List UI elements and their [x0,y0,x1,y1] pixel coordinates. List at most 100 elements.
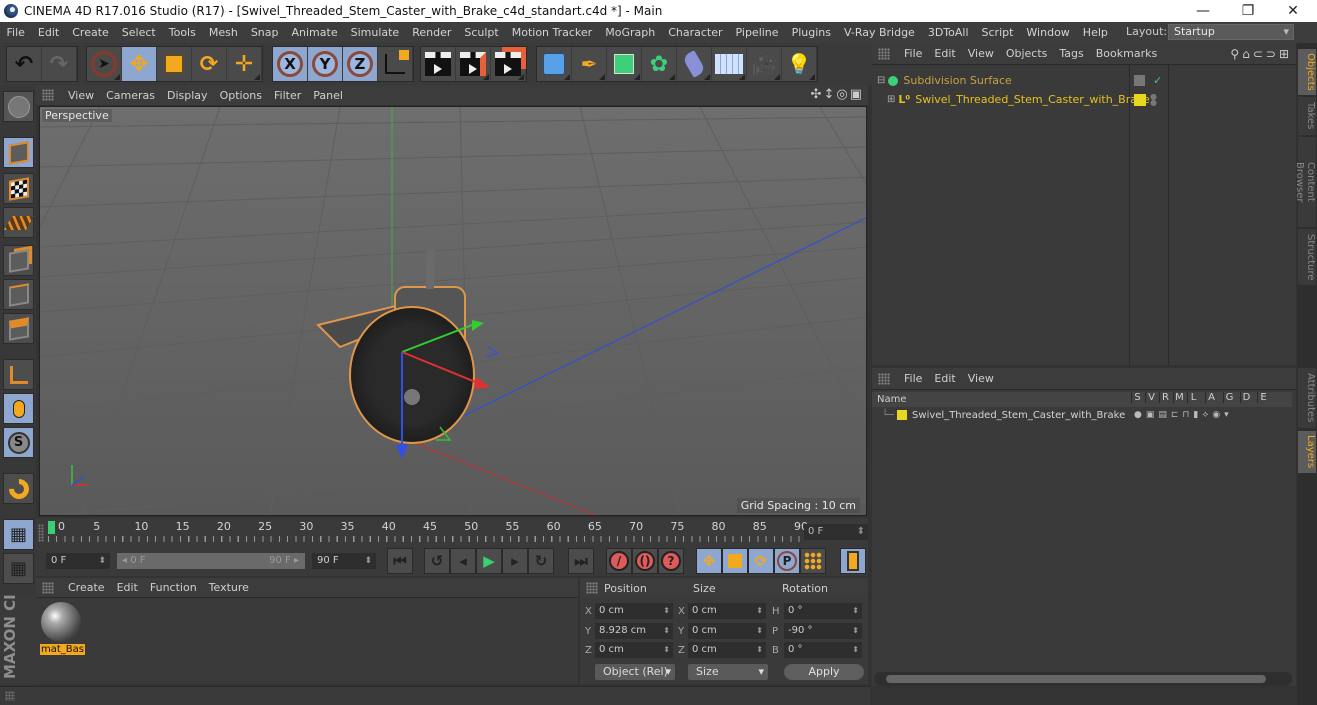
panel-grip-icon[interactable] [878,47,890,60]
menu-file[interactable]: File [0,26,31,39]
menu-help[interactable]: Help [1076,26,1114,39]
panel-grip-icon[interactable] [878,372,890,385]
object-row-subdivision[interactable]: ⊟ Subdivision Surface ✓ [872,71,1292,90]
key-scale-button[interactable] [722,548,748,574]
column-generators[interactable]: G [1223,392,1235,403]
menu-script[interactable]: Script [975,26,1020,39]
pan-icon[interactable]: ✣ [811,87,824,102]
orbit-icon[interactable]: ◎ [836,87,849,102]
position-z-field[interactable]: 0 cm ⬍ [595,642,673,658]
key-rotation-button[interactable]: ⟳ [748,548,774,574]
timeline-window-button[interactable] [840,548,866,574]
render-picture-viewer-button[interactable] [456,47,491,81]
layer-color-swatch[interactable] [1134,93,1146,106]
layers-menu-edit[interactable]: Edit [928,372,961,385]
minimize-button[interactable]: — [1180,0,1226,22]
rotate-tool-button[interactable]: ⟳ [192,47,227,81]
restore-button[interactable]: ❐ [1225,0,1271,22]
home-icon[interactable]: ⌂ [1242,47,1253,61]
menu-tools[interactable]: Tools [162,26,202,39]
material-menu-create[interactable]: Create [62,581,111,594]
layers-menu-view[interactable]: View [962,372,1000,385]
start-frame-field[interactable]: 0 F ⬍ [46,553,110,569]
viewport-menu-options[interactable]: Options [214,89,268,102]
render-settings-button[interactable] [491,47,526,81]
workplane-mode-button[interactable] [3,207,34,238]
maximize-view-icon[interactable]: ▣ [850,87,864,102]
position-x-field[interactable]: 0 cm ⬍ [595,603,673,619]
live-selection-button[interactable]: ➤ [87,47,122,81]
objects-menu-edit[interactable]: Edit [928,47,961,60]
size-mode-dropdown[interactable]: Size ▾ [688,664,768,680]
y-axis-lock-button[interactable]: Y [308,47,343,81]
coordinate-mode-dropdown[interactable]: Object (Rel) ▾ [595,664,675,680]
polygons-mode-button[interactable] [3,313,34,344]
tab-content-browser[interactable]: Content Browser [1294,137,1316,227]
horizontal-scrollbar[interactable] [874,672,1292,686]
end-frame-field[interactable]: 90 F ⬍ [312,553,376,569]
expand-icon[interactable]: ⊞ [887,94,895,105]
edges-mode-button[interactable] [3,279,34,310]
menu-3dtoall[interactable]: 3DToAll [921,26,975,39]
floor-button[interactable] [712,47,747,81]
scrollbar-thumb[interactable] [886,675,1266,683]
next-key-button[interactable]: ↻ [528,548,554,574]
objects-menu-objects[interactable]: Objects [1000,47,1054,60]
locked-workplane-button[interactable]: ▦ [3,519,34,550]
cube-button[interactable] [537,47,572,81]
viewport-menu-panel[interactable]: Panel [307,89,349,102]
viewport-menu-display[interactable]: Display [161,89,214,102]
previous-key-button[interactable]: ↺ [424,548,450,574]
rotation-b-field[interactable]: 0 ° ⬍ [784,642,862,658]
panel-grip-icon[interactable] [42,89,54,101]
playhead-marker[interactable] [48,521,55,534]
viewport-menu-filter[interactable]: Filter [268,89,307,102]
column-render[interactable]: R [1159,392,1171,403]
pen-spline-button[interactable]: ✒ [572,47,607,81]
undo-button[interactable]: ↶ [7,47,42,81]
menu-pipeline[interactable]: Pipeline [729,26,785,39]
material-preview-sphere[interactable] [41,602,81,642]
close-button[interactable]: ✕ [1270,0,1316,22]
size-y-field[interactable]: 0 cm ⬍ [688,623,766,639]
redo-button[interactable]: ↷ [42,47,77,81]
previous-frame-button[interactable]: ◂ [450,548,476,574]
column-expressions[interactable]: E [1257,392,1269,403]
layer-color-swatch[interactable] [897,410,908,420]
z-axis-lock-button[interactable]: Z [343,47,378,81]
menu-vray-bridge[interactable]: V-Ray Bridge [837,26,921,39]
current-frame-field[interactable]: 0 F ⬍ [804,524,868,540]
objects-menu-tags[interactable]: Tags [1053,47,1089,60]
search-icon[interactable]: ⚲ [1230,47,1242,61]
texture-mode-button[interactable] [3,173,34,204]
viewport-menu-cameras[interactable]: Cameras [100,89,161,102]
menu-window[interactable]: Window [1020,26,1076,39]
column-name[interactable]: Name [877,394,907,405]
timeline-ruler[interactable]: 0 5 10 15 20 25 30 35 40 45 50 55 60 65 70 75 80 85 90 0 F… [36,518,868,546]
layer-flags-icons[interactable]: ●▣▤⊏⊓▮⟡◉▾ [1134,410,1233,420]
tab-objects[interactable]: Objects [1298,49,1316,95]
link-icon[interactable]: ⊂⊃ [1253,47,1279,61]
menu-create[interactable]: Create [66,26,116,39]
object-row-caster[interactable]: ⊞ L⁰ Swivel_Threaded_Stem_Caster_with_Br… [872,90,1292,109]
menu-mograph[interactable]: MoGraph [599,26,662,39]
autokey-button[interactable]: () [632,548,658,574]
material-menu-texture[interactable]: Texture [203,581,255,594]
material-menu-edit[interactable]: Edit [111,581,144,594]
apply-button[interactable]: Apply [784,664,864,680]
object-name[interactable]: Subdivision Surface [903,74,1011,87]
deformer-button[interactable] [677,47,712,81]
tab-takes[interactable]: Takes [1298,97,1316,135]
x-axis-lock-button[interactable]: X [273,47,308,81]
objects-menu-view[interactable]: View [962,47,1000,60]
column-manager[interactable]: M [1173,392,1185,403]
go-to-end-button[interactable]: ⏭ [568,548,594,574]
column-animation[interactable]: A [1205,392,1217,403]
tab-structure[interactable]: Structure [1298,229,1316,285]
position-y-field[interactable]: 8.928 cm ⬍ [595,623,673,639]
layer-row[interactable]: └─ Swivel_Threaded_Stem_Caster_with_Brak… [872,407,1292,423]
frame-range-slider[interactable]: ◂ 0 F 90 F ▸ [117,553,305,569]
go-to-start-button[interactable]: ⏮ [387,548,413,574]
tab-attributes[interactable]: Attributes [1298,368,1316,428]
enabled-check-icon[interactable]: ✓ [1153,74,1162,87]
